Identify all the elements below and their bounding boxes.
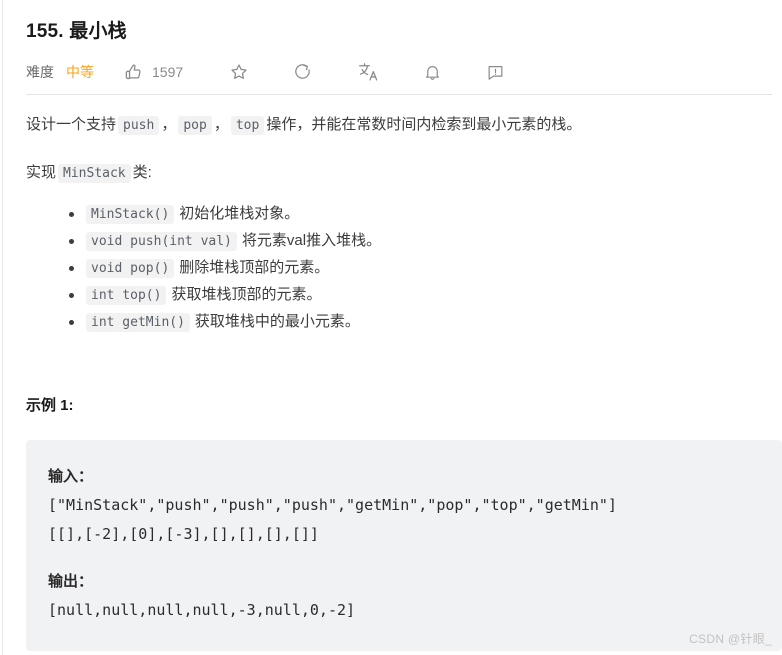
translate-button[interactable] [357, 61, 379, 83]
list-item: MinStack() 初始化堆栈对象。 [69, 201, 782, 228]
example-output-line-1: [null,null,null,null,-3,null,0,-2] [48, 601, 356, 619]
method-signature: int top() [86, 286, 167, 305]
method-signature: void push(int val) [86, 232, 237, 251]
method-signature: MinStack() [86, 205, 175, 224]
list-item: void push(int val) 将元素val推入堆栈。 [69, 228, 782, 255]
code-block-spacer [48, 549, 782, 567]
method-description: 获取堆栈顶部的元素。 [171, 286, 322, 303]
method-list: MinStack() 初始化堆栈对象。 void push(int val) 将元素… [26, 201, 782, 336]
bell-icon [423, 63, 442, 82]
desc-line1-suffix: 操作，并能在常数时间内检索到最小元素的栈。 [266, 116, 582, 133]
desc-comma-2: ， [213, 116, 229, 133]
panel-left-edge [2, 0, 3, 655]
method-signature: void pop() [86, 259, 175, 278]
share-button[interactable] [293, 62, 313, 82]
method-description: 初始化堆栈对象。 [179, 205, 300, 222]
code-top: top [230, 116, 265, 135]
favorite-button[interactable] [229, 62, 249, 82]
page-title: 155. 最小栈 [26, 21, 127, 42]
description-paragraph-1: 设计一个支持 push， pop， top 操作，并能在常数时间内检索到最小元素的栈。 [26, 95, 782, 139]
notification-button[interactable] [423, 63, 442, 82]
desc-line1-prefix: 设计一个支持 [26, 116, 117, 133]
thumbs-up-icon [124, 63, 143, 82]
problem-meta-row: 难度 中等 1597 [26, 52, 782, 92]
watermark: CSDN @针眼_ [689, 632, 772, 646]
translate-icon [357, 61, 379, 83]
method-description: 获取堆栈中的最小元素。 [194, 313, 360, 330]
code-minstack: MinStack [58, 164, 131, 183]
code-pop: pop [178, 116, 212, 135]
like-count: 1597 [152, 64, 184, 80]
method-description: 删除堆栈顶部的元素。 [179, 259, 330, 276]
desc-line2-suffix: 类: [132, 164, 152, 181]
share-icon [293, 62, 313, 82]
problem-page: 155. 最小栈 难度 中等 1597 设计一个支持 push ， pop ， … [0, 0, 782, 655]
example-output-label: 输出： [48, 572, 94, 590]
difficulty-label: 难度 [26, 64, 54, 80]
desc-comma-1: ， [161, 116, 177, 133]
like-button[interactable]: 1597 [124, 63, 183, 82]
description-paragraph-2: 实现 MinStack 类: [26, 139, 782, 187]
example-code-block: 输入： ["MinStack","push","push","push","ge… [26, 440, 782, 651]
comment-icon [486, 63, 505, 82]
method-signature: int getMin() [86, 313, 190, 332]
list-item: int top() 获取堆栈顶部的元素。 [69, 282, 782, 309]
example-heading: 示例 1: [26, 397, 74, 414]
example-input-line-2: [[],[-2],[0],[-3],[],[],[],[]] [48, 525, 319, 543]
method-description: 将元素val推入堆栈。 [241, 232, 382, 249]
desc-line2-prefix: 实现 [26, 164, 57, 181]
example-input-label: 输入： [48, 467, 94, 485]
feedback-button[interactable] [486, 63, 505, 82]
list-item: int getMin() 获取堆栈中的最小元素。 [69, 309, 782, 336]
list-item: void pop() 删除堆栈顶部的元素。 [69, 255, 782, 282]
star-icon [229, 62, 249, 82]
difficulty-value: 中等 [66, 64, 94, 80]
problem-content: 155. 最小栈 难度 中等 1597 设计一个支持 push ， pop ， … [26, 0, 782, 655]
example-input-line-1: ["MinStack","push","push","push","getMin… [48, 496, 617, 514]
code-push: push [118, 116, 160, 135]
